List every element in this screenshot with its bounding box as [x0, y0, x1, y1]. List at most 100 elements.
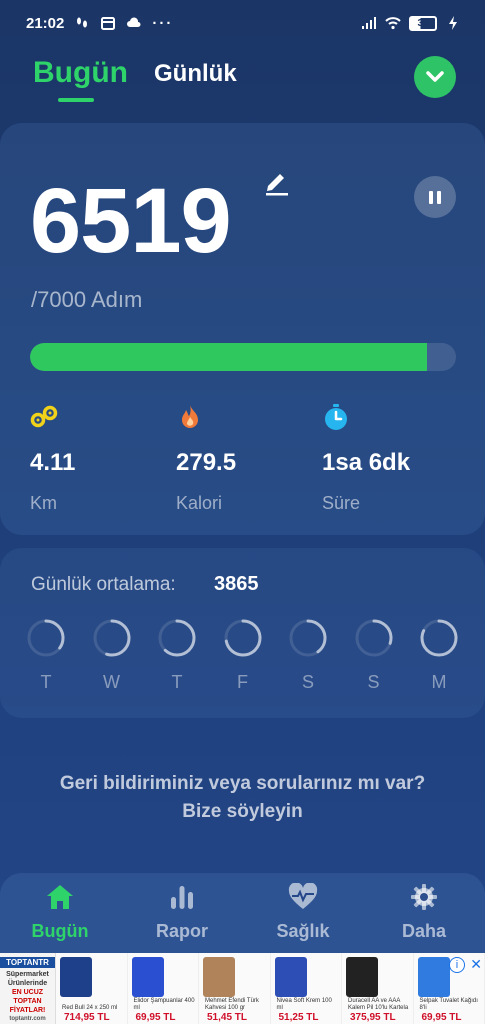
distance-icon — [30, 405, 58, 428]
dropdown-button[interactable] — [414, 56, 456, 98]
feedback-line-2: Bize söyleyin — [182, 801, 303, 822]
metric-duration-value: 1sa 6dk — [322, 449, 411, 476]
ad-product[interactable]: Mehmet Efendi Türk Kahvesi 100 gr 51,45 T… — [199, 953, 271, 1024]
nav-item-health[interactable]: Sağlık — [258, 883, 348, 942]
ad-product-price: 69,95 TL — [135, 1012, 176, 1023]
nav-item-more[interactable]: Daha — [379, 883, 469, 942]
day-progress-ring — [224, 619, 261, 657]
week-day: W — [92, 618, 132, 693]
ad-product-name: Duracell AA ve AAA Kalem Pil 10'lu Karte… — [348, 998, 409, 1011]
feedback-link[interactable]: Geri bildiriminiz veya sorularınız mı va… — [0, 770, 485, 826]
metric-calories: 279.5 Kalori — [176, 403, 316, 514]
ad-brand-name: TOPTANTR — [0, 957, 55, 968]
ad-product-name: Mehmet Efendi Türk Kahvesi 100 gr — [205, 998, 259, 1011]
day-label: W — [103, 672, 120, 692]
day-label: M — [431, 672, 447, 692]
calendar-icon — [101, 17, 116, 30]
tab-today-underline — [58, 98, 94, 102]
day-progress-ring — [289, 619, 327, 657]
bar-chart-icon — [171, 886, 193, 909]
cloud-icon — [127, 17, 141, 27]
footsteps-icon — [77, 17, 88, 28]
heart-pulse-icon — [288, 883, 318, 909]
ad-product-name: Selpak Tuvalet Kağıdı 8'li — [419, 998, 478, 1011]
ad-product-price: 714,95 TL — [64, 1012, 110, 1023]
nav-item-today[interactable]: Bugün — [15, 883, 105, 942]
week-day: M — [419, 618, 459, 693]
charging-icon — [449, 16, 457, 30]
metric-duration-label: Süre — [322, 493, 361, 513]
ad-product-image — [131, 957, 164, 997]
ad-banner[interactable]: TOPTANTR Süpermarket Ürünlerinde EN UCUZ… — [0, 953, 485, 1024]
ad-product-name: Elidor Şampuanlar 400 ml — [133, 998, 195, 1011]
ad-product-image — [346, 957, 378, 997]
ad-product[interactable]: Nivea Soft Krem 100 ml 51,25 TL — [270, 953, 342, 1024]
flame-icon — [182, 405, 198, 428]
daily-average-label: Günlük ortalama: — [31, 574, 176, 595]
ad-product-image — [274, 957, 307, 997]
ad-product[interactable]: Duracell AA ve AAA Kalem Pil 10'lu Karte… — [342, 953, 414, 1024]
pause-icon-bar — [437, 190, 441, 204]
metric-calories-value: 279.5 — [176, 449, 237, 476]
info-icon[interactable]: i — [449, 957, 465, 973]
ad-product[interactable]: Red Bull 24 x 250 ml 714,95 TL — [56, 953, 128, 1024]
ad-brand-line: Ürünlerinde — [7, 980, 48, 987]
ad-product-price: 375,95 TL — [350, 1012, 396, 1023]
day-progress-ring — [158, 619, 196, 657]
week-day: S — [288, 618, 328, 693]
nav-label-health: Sağlık — [276, 921, 330, 941]
wifi-icon — [385, 17, 401, 30]
home-icon — [47, 885, 73, 909]
more-dots-icon: ··· — [152, 14, 174, 32]
steps-card: 6519 /7000 Adım 4.11 Km 279.5 Kalori 1sa… — [0, 123, 485, 535]
tab-daily[interactable]: Günlük — [154, 60, 237, 88]
daily-average-value: 3865 — [214, 573, 259, 595]
nav-label-today: Bugün — [31, 921, 89, 941]
week-day: T — [26, 618, 66, 693]
signal-icon — [362, 17, 376, 29]
status-left: 21:02 ··· — [26, 15, 173, 32]
pause-button[interactable] — [414, 176, 456, 218]
stopwatch-icon — [325, 404, 347, 430]
close-icon[interactable]: ✕ — [470, 956, 482, 973]
day-progress-ring — [355, 619, 392, 657]
weekly-card[interactable]: Günlük ortalama: 3865 T W T F S S M — [0, 548, 485, 718]
pause-icon — [429, 190, 433, 204]
steps-value: 6519 — [30, 170, 232, 272]
steps-progress-bar — [30, 343, 456, 371]
week-day: F — [223, 618, 263, 693]
ad-product-image — [60, 957, 92, 997]
gear-icon — [411, 884, 437, 910]
ad-product-name: Red Bull 24 x 250 ml — [62, 1005, 118, 1011]
nav-label-report: Rapor — [155, 921, 208, 941]
battery-icon: 39 — [409, 15, 437, 31]
ad-products: Red Bull 24 x 250 ml 714,95 TL Elidor Şamp… — [56, 953, 485, 1024]
battery-level: 39 — [417, 17, 429, 29]
status-right: 39 — [361, 15, 461, 31]
metric-duration: 1sa 6dk Süre — [322, 403, 462, 514]
header: Bugün Günlük — [0, 50, 485, 110]
ad-product-name: Nivea Soft Krem 100 ml — [276, 998, 332, 1011]
metric-distance-value: 4.11 — [30, 449, 76, 476]
status-time: 21:02 — [26, 14, 65, 32]
ad-product-image — [203, 957, 235, 997]
ad-brand-site: toptantr.com — [9, 1016, 46, 1022]
day-label: T — [171, 672, 183, 692]
ad-brand-line: Süpermarket — [6, 971, 49, 978]
feedback-line-1: Geri bildiriminiz veya sorularınız mı va… — [59, 773, 426, 794]
day-progress-ring — [420, 619, 458, 657]
day-label: S — [367, 672, 380, 692]
ad-product[interactable]: Elidor Şampuanlar 400 ml 69,95 TL — [127, 953, 199, 1024]
ad-product-price: 69,95 TL — [421, 1012, 462, 1023]
day-progress-ring — [93, 619, 130, 657]
metric-distance: 4.11 Km — [30, 403, 170, 514]
tab-today[interactable]: Bugün — [33, 56, 128, 90]
steps-progress-fill — [30, 343, 427, 371]
week-day: S — [354, 618, 394, 693]
steps-goal: /7000 Adım — [31, 287, 143, 312]
bottom-nav: Bugün Rapor Sağlık Daha — [0, 873, 485, 953]
pencil-icon[interactable] — [262, 168, 290, 196]
metric-distance-label: Km — [30, 493, 57, 513]
nav-item-report[interactable]: Rapor — [137, 883, 227, 942]
chevron-down-icon — [426, 71, 444, 82]
